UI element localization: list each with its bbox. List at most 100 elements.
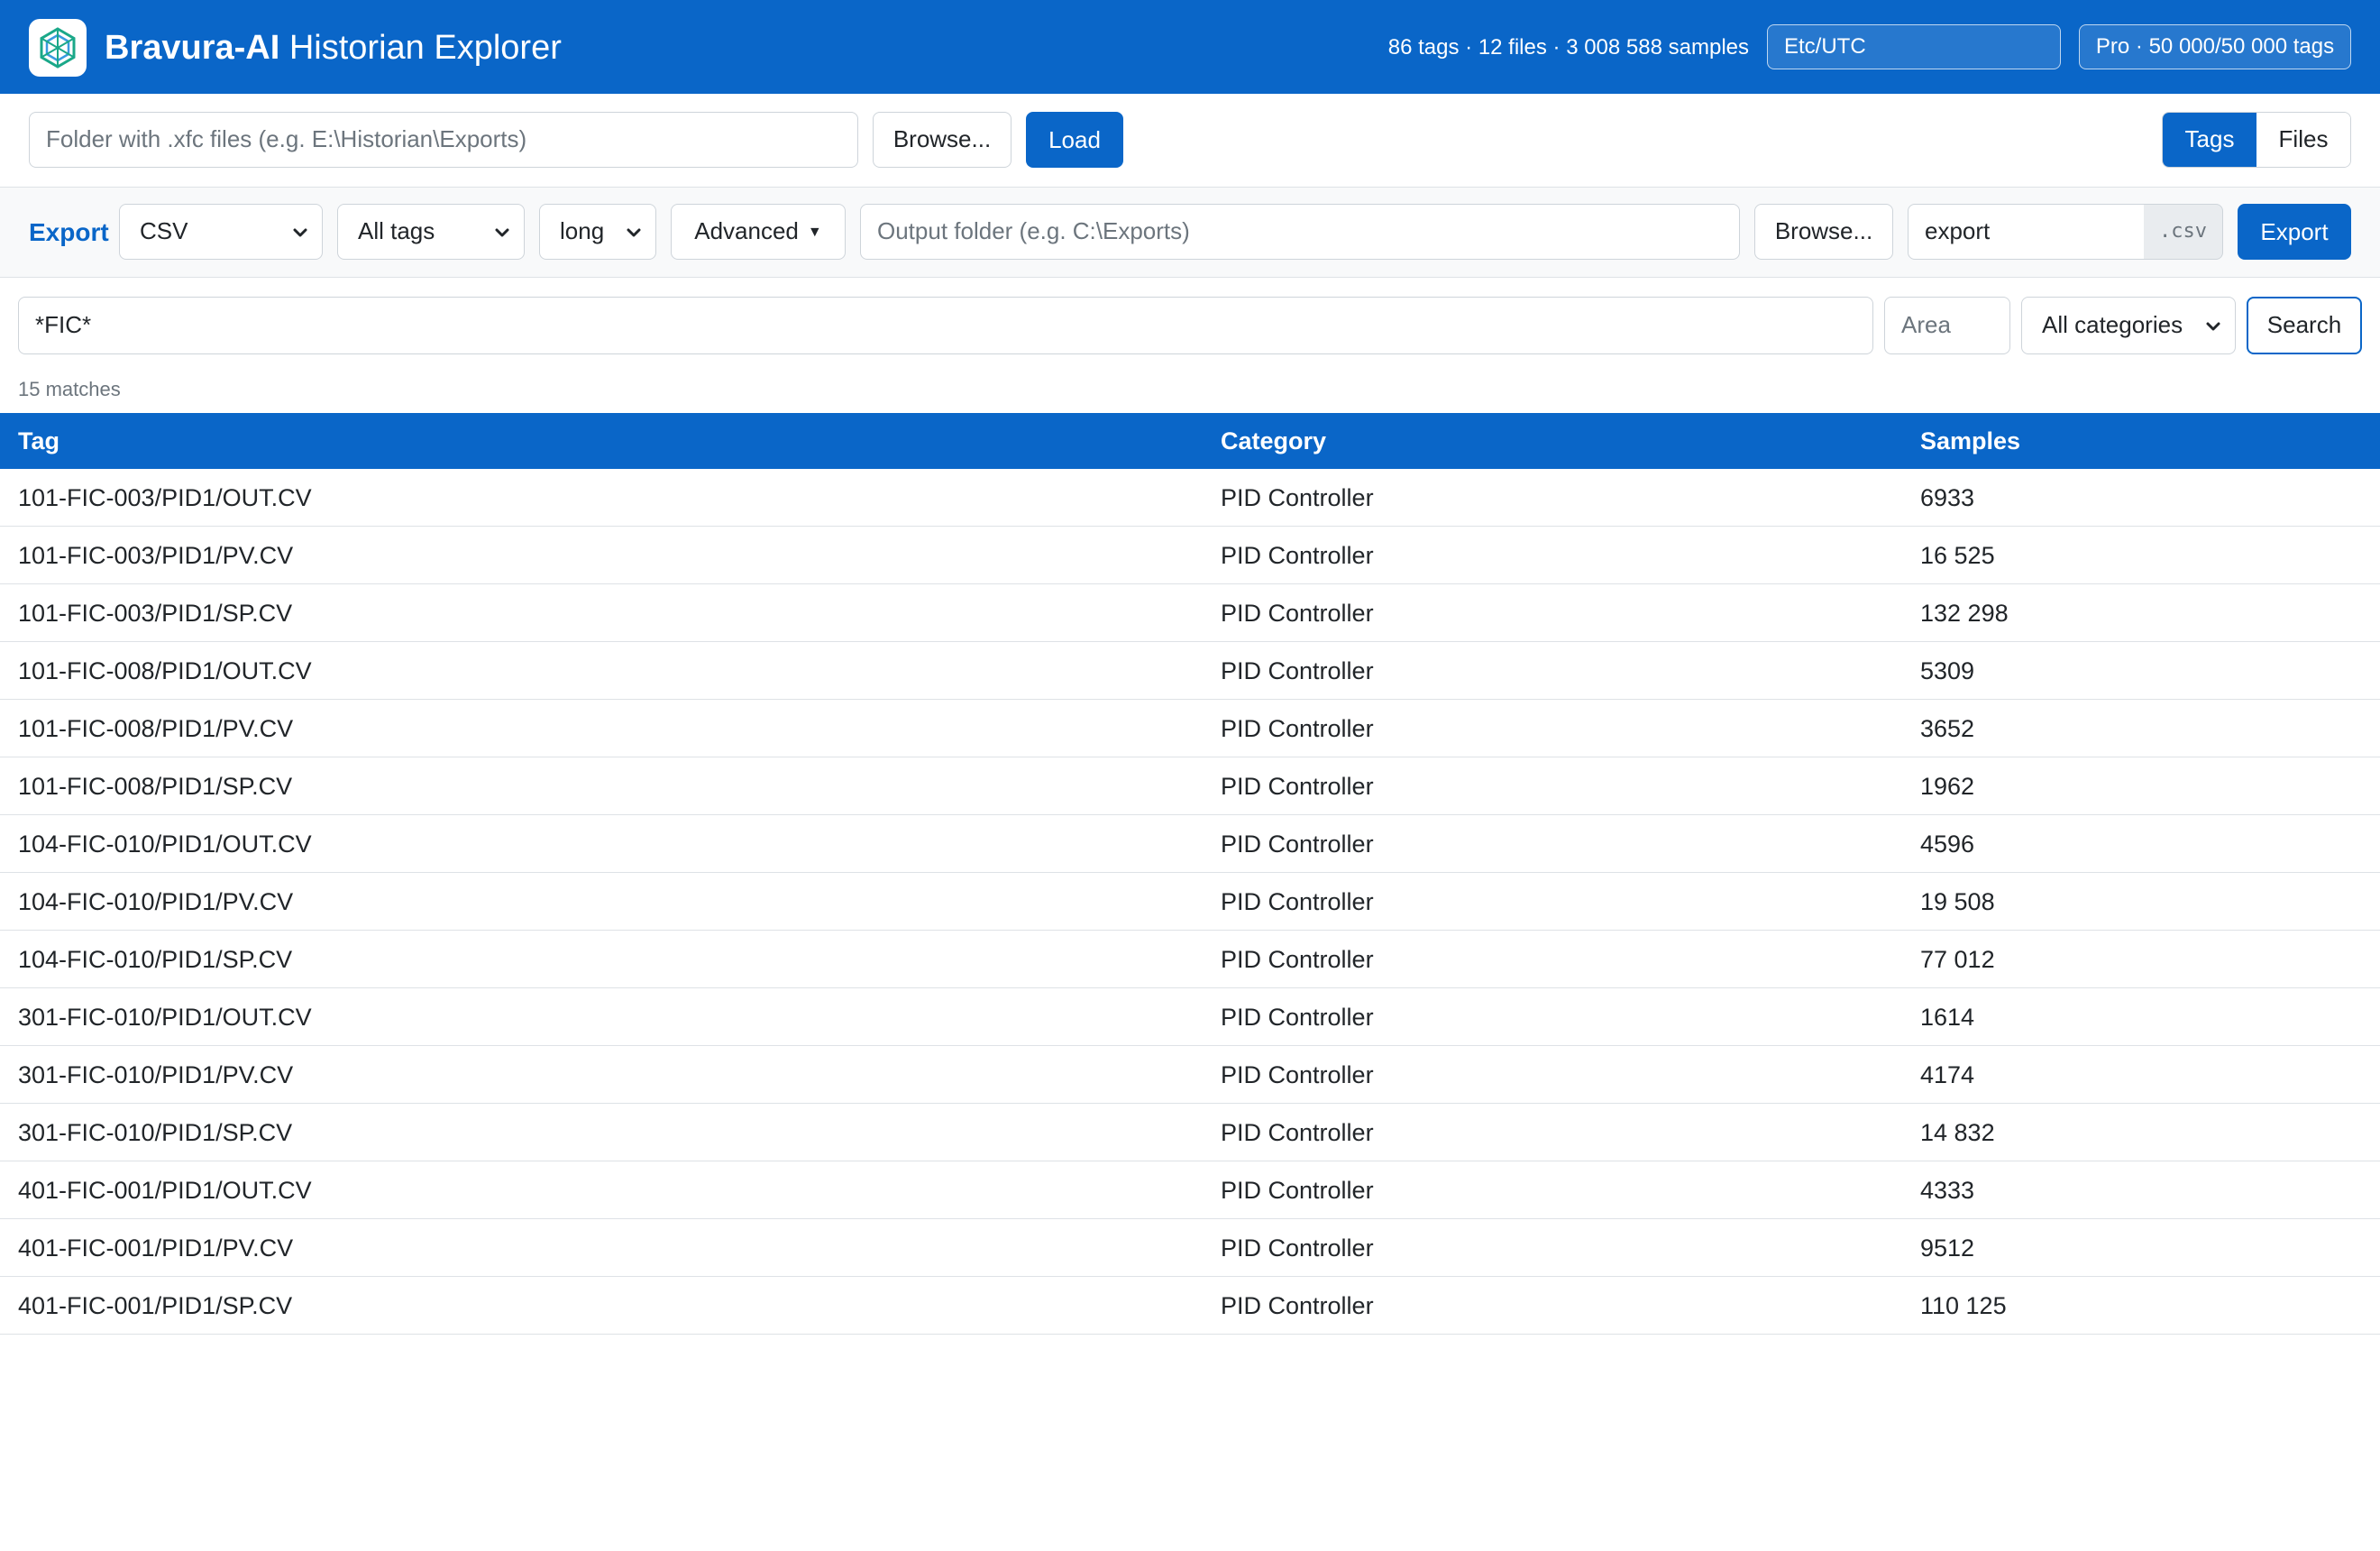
tag-search-input[interactable]: *FIC* (18, 297, 1873, 354)
view-toggle: Tags Files (2162, 112, 2351, 168)
samples-cell: 1962 (1920, 773, 1975, 800)
table-row[interactable]: 104-FIC-010/PID1/OUT.CV PID Controller 459… (0, 815, 2380, 873)
column-header-category[interactable]: Category (1221, 413, 1326, 469)
category-cell: PID Controller (1221, 888, 1374, 915)
category-cell: PID Controller (1221, 1234, 1374, 1262)
table-row[interactable]: 101-FIC-003/PID1/PV.CV PID Controller 16 5… (0, 527, 2380, 584)
tag-cell: 301-FIC-010/PID1/SP.CV (18, 1119, 293, 1146)
export-filename-input[interactable]: export (1908, 204, 2146, 260)
table-row[interactable]: 401-FIC-001/PID1/SP.CV PID Controller 110 … (0, 1277, 2380, 1335)
category-cell: PID Controller (1221, 600, 1374, 627)
tag-cell: 101-FIC-008/PID1/OUT.CV (18, 657, 312, 684)
column-header-samples[interactable]: Samples (1920, 413, 2020, 469)
search-button[interactable]: Search (2247, 297, 2362, 354)
chevron-down-icon (495, 228, 509, 237)
export-format-select[interactable]: CSV (119, 204, 323, 260)
export-scope-value: All tags (358, 217, 435, 244)
samples-cell: 16 525 (1920, 542, 1995, 569)
samples-cell: 4174 (1920, 1061, 1975, 1088)
loader-bar: Folder with .xfc files (e.g. E:\Historia… (0, 94, 2380, 188)
tag-cell: 101-FIC-003/PID1/OUT.CV (18, 484, 312, 511)
load-button[interactable]: Load (1026, 112, 1123, 168)
table-row[interactable]: 101-FIC-008/PID1/PV.CV PID Controller 3652 (0, 700, 2380, 757)
tag-cell: 101-FIC-003/PID1/SP.CV (18, 600, 293, 627)
category-cell: PID Controller (1221, 715, 1374, 742)
table-body: 101-FIC-003/PID1/OUT.CV PID Controller 693… (0, 469, 2380, 1335)
table-row[interactable]: 104-FIC-010/PID1/PV.CV PID Controller 19 5… (0, 873, 2380, 931)
table-row[interactable]: 401-FIC-001/PID1/OUT.CV PID Controller 433… (0, 1161, 2380, 1219)
category-cell: PID Controller (1221, 1177, 1374, 1204)
table-row[interactable]: 301-FIC-010/PID1/SP.CV PID Controller 14 8… (0, 1104, 2380, 1161)
category-filter-select[interactable]: All categories (2021, 297, 2236, 354)
app-header: Bravura-AI Historian Explorer 86 tags · … (0, 0, 2380, 94)
brand-name: Bravura-AI (105, 29, 280, 67)
tag-cell: 401-FIC-001/PID1/OUT.CV (18, 1177, 312, 1204)
tag-cell: 101-FIC-008/PID1/SP.CV (18, 773, 293, 800)
tag-cell: 101-FIC-003/PID1/PV.CV (18, 542, 294, 569)
export-button[interactable]: Export (2238, 204, 2351, 260)
cube-logo-icon (40, 27, 76, 69)
export-label: Export (29, 218, 109, 246)
samples-cell: 77 012 (1920, 946, 1995, 973)
table-row[interactable]: 101-FIC-003/PID1/OUT.CV PID Controller 693… (0, 469, 2380, 527)
export-layout-select[interactable]: long (539, 204, 656, 260)
samples-cell: 4333 (1920, 1177, 1975, 1204)
output-folder-input[interactable]: Output folder (e.g. C:\Exports) (860, 204, 1740, 260)
export-bar: Export CSV All tags long Advanced ▼ Outpu… (0, 188, 2380, 278)
category-cell: PID Controller (1221, 484, 1374, 511)
samples-cell: 9512 (1920, 1234, 1975, 1262)
table-row[interactable]: 104-FIC-010/PID1/SP.CV PID Controller 77 0… (0, 931, 2380, 988)
browse-output-button[interactable]: Browse... (1754, 204, 1893, 260)
samples-cell: 132 298 (1920, 600, 2009, 627)
tag-cell: 301-FIC-010/PID1/OUT.CV (18, 1004, 312, 1031)
chevron-down-icon (293, 228, 307, 237)
table-header: Tag Category Samples (0, 413, 2380, 469)
samples-cell: 14 832 (1920, 1119, 1995, 1146)
samples-cell: 19 508 (1920, 888, 1995, 915)
samples-cell: 1614 (1920, 1004, 1975, 1031)
category-filter-value: All categories (2042, 311, 2183, 338)
folder-path-input[interactable]: Folder with .xfc files (e.g. E:\Historia… (29, 112, 858, 168)
category-cell: PID Controller (1221, 1119, 1374, 1146)
advanced-dropdown-button[interactable]: Advanced ▼ (671, 204, 846, 260)
column-header-tag[interactable]: Tag (18, 413, 60, 469)
dataset-stats: 86 tags · 12 files · 3 008 588 samples (1387, 35, 1749, 60)
chevron-down-icon (2206, 322, 2220, 331)
chevron-down-icon (627, 228, 641, 237)
samples-cell: 3652 (1920, 715, 1975, 742)
timezone-input[interactable]: Etc/UTC (1767, 24, 2061, 69)
tag-cell: 401-FIC-001/PID1/PV.CV (18, 1234, 294, 1262)
samples-cell: 5309 (1920, 657, 1975, 684)
tab-files[interactable]: Files (2256, 113, 2350, 167)
tag-cell: 104-FIC-010/PID1/PV.CV (18, 888, 294, 915)
export-layout-value: long (560, 217, 605, 244)
app-subtitle: Historian Explorer (288, 29, 562, 67)
tag-cell: 104-FIC-010/PID1/OUT.CV (18, 831, 312, 858)
export-scope-select[interactable]: All tags (337, 204, 525, 260)
category-cell: PID Controller (1221, 773, 1374, 800)
export-format-value: CSV (140, 217, 188, 244)
category-cell: PID Controller (1221, 657, 1374, 684)
category-cell: PID Controller (1221, 831, 1374, 858)
browse-folder-button[interactable]: Browse... (873, 112, 1012, 168)
tag-cell: 104-FIC-010/PID1/SP.CV (18, 946, 293, 973)
table-row[interactable]: 101-FIC-003/PID1/SP.CV PID Controller 132 … (0, 584, 2380, 642)
table-row[interactable]: 401-FIC-001/PID1/PV.CV PID Controller 9512 (0, 1219, 2380, 1277)
table-row[interactable]: 301-FIC-010/PID1/OUT.CV PID Controller 161… (0, 988, 2380, 1046)
table-row[interactable]: 101-FIC-008/PID1/SP.CV PID Controller 1962 (0, 757, 2380, 815)
advanced-label: Advanced (694, 217, 799, 244)
category-cell: PID Controller (1221, 542, 1374, 569)
app-logo (29, 19, 87, 77)
category-cell: PID Controller (1221, 946, 1374, 973)
table-row[interactable]: 301-FIC-010/PID1/PV.CV PID Controller 4174 (0, 1046, 2380, 1104)
tag-cell: 401-FIC-001/PID1/SP.CV (18, 1292, 293, 1319)
tag-cell: 301-FIC-010/PID1/PV.CV (18, 1061, 294, 1088)
tab-tags[interactable]: Tags (2163, 113, 2256, 167)
table-row[interactable]: 101-FIC-008/PID1/OUT.CV PID Controller 530… (0, 642, 2380, 700)
category-cell: PID Controller (1221, 1004, 1374, 1031)
samples-cell: 110 125 (1920, 1292, 2007, 1319)
file-extension-addon: .csv (2144, 204, 2223, 260)
area-filter-input[interactable]: Area (1884, 297, 2010, 354)
license-badge[interactable]: Pro · 50 000/50 000 tags (2079, 24, 2351, 69)
tag-cell: 101-FIC-008/PID1/PV.CV (18, 715, 294, 742)
